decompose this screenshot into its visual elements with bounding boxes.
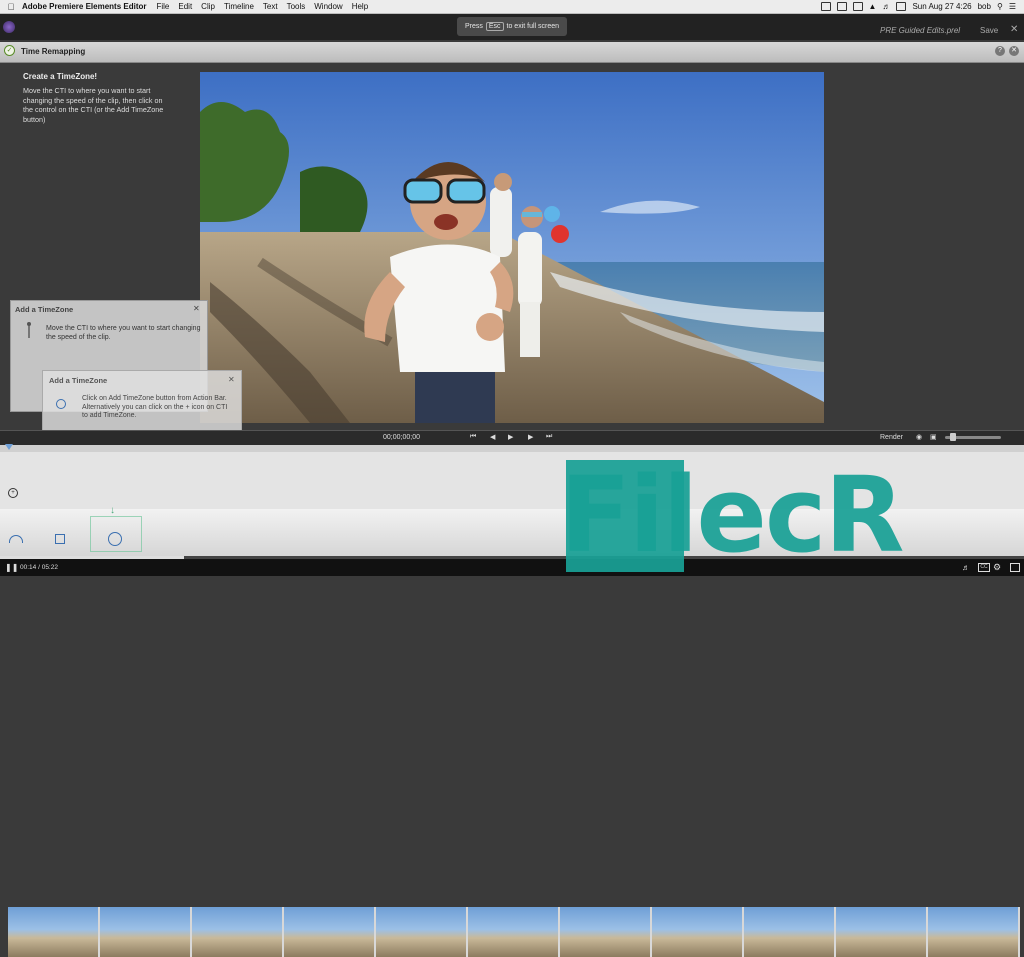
- cti-marker[interactable]: [5, 444, 13, 450]
- instructions-title: Create a TimeZone!: [23, 72, 98, 81]
- clip-frame: [928, 907, 1020, 957]
- render-button[interactable]: Render: [880, 434, 903, 441]
- video-preview[interactable]: [200, 72, 824, 423]
- clip-frame: [744, 907, 836, 957]
- save-button[interactable]: Save: [980, 26, 998, 35]
- clip-frame: [8, 907, 100, 957]
- clip-frame: [192, 907, 284, 957]
- time-remapping-icon: ✓: [4, 45, 15, 56]
- clip-frame: [468, 907, 560, 957]
- time-readout: 00:14 / 05:22: [20, 564, 58, 571]
- add-icon[interactable]: +: [8, 488, 18, 498]
- panel-title-bar: [0, 42, 1024, 63]
- menu-bar:  Adobe Premiere Elements Editor File Ed…: [0, 0, 1024, 14]
- instructions-body: Move the CTI to where you want to start …: [23, 86, 164, 124]
- menu-help[interactable]: Help: [352, 2, 368, 11]
- progress-fill: [0, 556, 184, 559]
- close-icon[interactable]: ✕: [1010, 24, 1018, 35]
- help-icon[interactable]: ?: [995, 46, 1005, 56]
- total-time: 05:22: [41, 564, 58, 571]
- cti-pin-icon: [27, 322, 31, 338]
- clip-frame: [652, 907, 744, 957]
- close-panel-icon[interactable]: ✕: [1009, 46, 1019, 56]
- menu-timeline[interactable]: Timeline: [224, 2, 254, 11]
- dialog-title: Add a TimeZone: [49, 376, 108, 385]
- volume-icon[interactable]: ♬: [882, 2, 890, 11]
- esc-key-badge: Esc: [485, 22, 504, 31]
- clip-frame: [284, 907, 376, 957]
- current-time: 00:14: [20, 564, 37, 571]
- play-icon[interactable]: ▶: [508, 433, 513, 441]
- dialog-text: Move the CTI to where you want to start …: [46, 325, 201, 341]
- status-icon[interactable]: [852, 2, 863, 11]
- clip-frame: [376, 907, 468, 957]
- watermark-text: FilecR: [560, 454, 905, 576]
- premiere-logo-icon: [3, 21, 15, 33]
- fullscreen-hint-suffix: to exit full screen: [506, 23, 560, 30]
- menu-edit[interactable]: Edit: [178, 2, 192, 11]
- wifi-icon[interactable]: ▲: [869, 2, 877, 11]
- timecode: 00;00;00;00: [383, 434, 420, 441]
- project-name: PRE Guided Edits.prel: [880, 26, 961, 35]
- menu-file[interactable]: File: [156, 2, 169, 11]
- list-icon[interactable]: ☰: [1009, 2, 1016, 11]
- battery-icon[interactable]: [896, 2, 907, 11]
- go-to-start-icon[interactable]: ⏮: [470, 433, 476, 441]
- go-to-end-icon[interactable]: ⏭: [546, 433, 552, 441]
- menu-clip[interactable]: Clip: [201, 2, 215, 11]
- video-frame-image: [200, 72, 824, 423]
- clip-frame: [100, 907, 192, 957]
- pause-icon[interactable]: ❚❚: [5, 563, 18, 572]
- step-forward-icon[interactable]: ▶: [528, 433, 533, 441]
- clip-frame: [560, 907, 652, 957]
- search-icon[interactable]: ⚲: [997, 2, 1003, 11]
- clock-text[interactable]: Sun Aug 27 4:26: [912, 2, 971, 11]
- fullscreen-hint-prefix: Press: [464, 23, 483, 30]
- panel-title: Time Remapping: [21, 47, 86, 56]
- dialog-title: Add a TimeZone: [15, 305, 74, 314]
- step-back-icon[interactable]: ◀: [490, 433, 495, 441]
- timeline-ruler[interactable]: [0, 445, 1024, 452]
- apple-icon[interactable]: : [0, 2, 22, 12]
- arrow-down-icon: ↓: [110, 505, 115, 516]
- app-menu[interactable]: Adobe Premiere Elements Editor: [22, 2, 146, 11]
- clip-frame: [836, 907, 928, 957]
- time-remap-icon: [56, 399, 66, 409]
- menu-tools[interactable]: Tools: [287, 2, 306, 11]
- close-icon[interactable]: ✕: [193, 304, 200, 313]
- fullscreen-hint: Press Esc to exit full screen: [457, 17, 567, 36]
- status-icon[interactable]: [836, 2, 847, 11]
- layers-icon[interactable]: [55, 534, 65, 544]
- menu-window[interactable]: Window: [314, 2, 342, 11]
- timezone-tool-icon[interactable]: [108, 532, 122, 546]
- dialog-text: Click on Add TimeZone button from Action…: [82, 395, 228, 419]
- view-icon[interactable]: ◉: [916, 433, 922, 441]
- status-icon[interactable]: [820, 2, 831, 11]
- user-menu[interactable]: bob: [978, 2, 991, 11]
- speed-icon[interactable]: [9, 535, 23, 543]
- fit-icon[interactable]: ▣: [930, 433, 937, 441]
- close-icon[interactable]: ✕: [228, 375, 235, 384]
- zoom-slider-thumb[interactable]: [950, 433, 956, 441]
- menu-text[interactable]: Text: [263, 2, 278, 11]
